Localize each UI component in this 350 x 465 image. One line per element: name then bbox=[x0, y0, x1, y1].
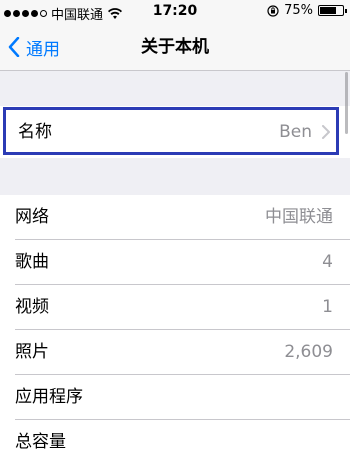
scrollbar[interactable] bbox=[345, 72, 348, 134]
row-label: 歌曲 bbox=[15, 252, 49, 272]
row-label: 总容量 bbox=[15, 432, 66, 452]
status-bar: 中国联通 17:20 75% bbox=[0, 0, 350, 24]
status-right: 75% bbox=[267, 3, 347, 18]
info-list: 网络 中国联通 歌曲 4 视频 1 照片 2,609 应用程序 总容量 bbox=[0, 195, 350, 465]
orientation-lock-icon bbox=[267, 4, 279, 17]
row-value: 中国联通 bbox=[265, 207, 333, 227]
battery-percent: 75% bbox=[284, 3, 313, 18]
list-item-videos: 视频 1 bbox=[0, 285, 350, 330]
list-item-songs: 歌曲 4 bbox=[0, 240, 350, 285]
list-item-capacity: 总容量 bbox=[0, 420, 350, 465]
navigation-bar: 通用 关于本机 bbox=[0, 24, 350, 71]
selection-highlight bbox=[3, 107, 339, 155]
page-title: 关于本机 bbox=[141, 37, 209, 57]
row-label: 照片 bbox=[15, 342, 49, 362]
row-label: 网络 bbox=[15, 207, 49, 227]
list-item-network: 网络 中国联通 bbox=[0, 195, 350, 240]
list-item-apps: 应用程序 bbox=[0, 375, 350, 420]
battery-icon bbox=[318, 5, 347, 16]
row-label: 应用程序 bbox=[15, 387, 83, 407]
row-label: 视频 bbox=[15, 297, 49, 317]
row-value: 2,609 bbox=[284, 342, 333, 362]
row-value: 1 bbox=[322, 297, 333, 317]
list-item-photos: 照片 2,609 bbox=[0, 330, 350, 375]
row-value: 4 bbox=[322, 252, 333, 272]
